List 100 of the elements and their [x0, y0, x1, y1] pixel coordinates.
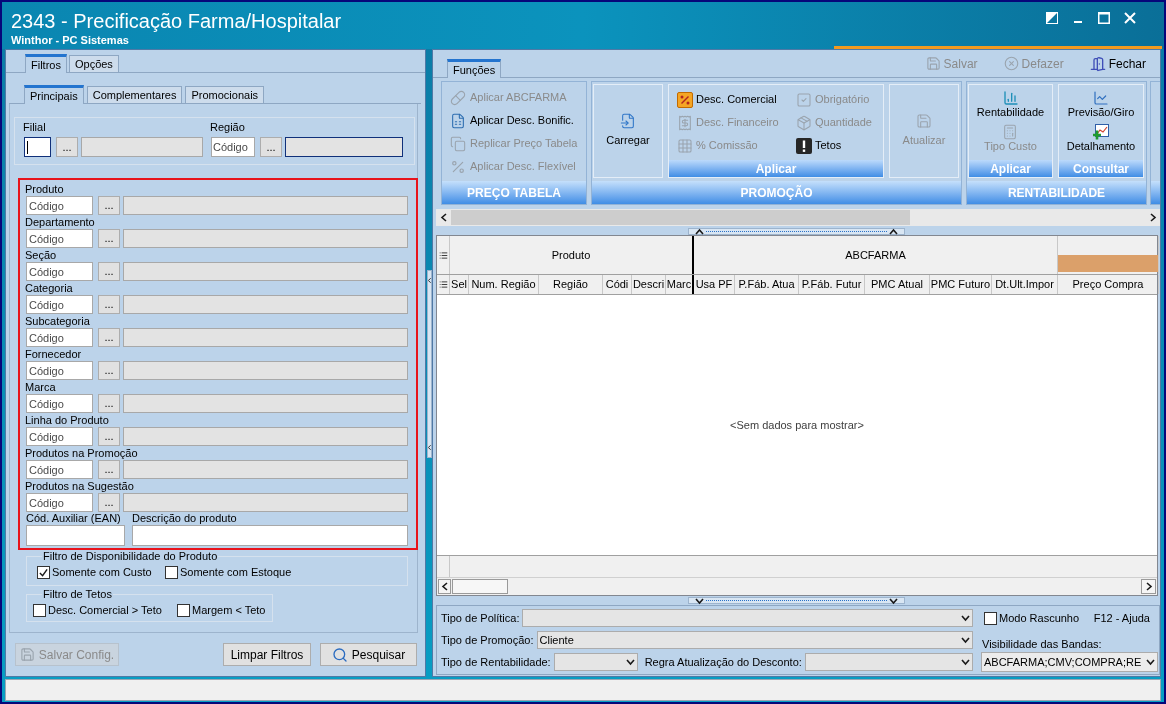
clear-filters-button[interactable]: Limpar Filtros	[223, 643, 311, 666]
code-field[interactable]	[24, 137, 51, 157]
description-field[interactable]	[81, 137, 203, 157]
code-field[interactable]: Código	[26, 229, 93, 248]
horizontal-scrollbar[interactable]	[436, 209, 1160, 226]
splitter-handle[interactable]	[688, 597, 905, 604]
field-label: Produtos na Sugestão	[25, 479, 134, 493]
column-header[interactable]: Marc	[666, 275, 694, 294]
maximize-icon[interactable]	[1098, 12, 1110, 24]
description-field[interactable]	[123, 394, 408, 413]
save-icon	[916, 113, 932, 130]
description-field[interactable]	[123, 361, 408, 380]
text-field[interactable]	[26, 525, 125, 546]
tab[interactable]: Opções	[68, 55, 119, 72]
dropdown[interactable]: Cliente	[536, 631, 973, 649]
chevron-down-icon	[625, 658, 635, 666]
field-label: Região	[210, 120, 245, 134]
text-field[interactable]	[132, 525, 408, 546]
ribbon-button[interactable]: Previsão/Giro	[1067, 90, 1135, 119]
ribbon-button[interactable]: Carregar	[606, 113, 650, 149]
close-window-button[interactable]: Fechar	[1089, 54, 1146, 73]
checkbox[interactable]	[177, 604, 190, 617]
close-icon[interactable]	[1124, 12, 1136, 24]
horizontal-scrollbar[interactable]	[437, 577, 1157, 595]
column-header[interactable]: Preço Compra	[1058, 275, 1159, 294]
scrollbar-thumb[interactable]	[452, 579, 508, 594]
code-field[interactable]: Código	[26, 394, 93, 413]
description-field[interactable]	[123, 295, 408, 314]
lookup-button[interactable]: ...	[98, 361, 120, 380]
checkbox[interactable]	[165, 566, 178, 579]
code-field[interactable]: Código	[26, 328, 93, 347]
description-field[interactable]	[123, 427, 408, 446]
line-chart-icon	[1093, 90, 1109, 106]
lookup-button[interactable]: ...	[56, 137, 78, 157]
lookup-button[interactable]: ...	[98, 493, 120, 512]
dropdown[interactable]	[804, 653, 973, 671]
lookup-button[interactable]: ...	[98, 460, 120, 479]
column-header[interactable]: Usa PF	[694, 275, 735, 294]
dropdown[interactable]	[522, 609, 973, 627]
chart-plus-icon	[1093, 124, 1109, 140]
checkbox-label: Modo Rascunho	[999, 610, 1080, 626]
column-header[interactable]: PMC Atual	[865, 275, 930, 294]
list-icon[interactable]	[438, 250, 448, 260]
dropdown[interactable]: ABCFARMA;CMV;COMPRA;RE	[981, 652, 1158, 672]
code-field[interactable]: Código	[26, 361, 93, 380]
checkbox[interactable]	[37, 566, 50, 579]
lookup-button[interactable]: ...	[98, 328, 120, 347]
lookup-button[interactable]: ...	[98, 427, 120, 446]
lookup-button[interactable]: ...	[98, 394, 120, 413]
scrollbar-thumb[interactable]	[451, 210, 910, 225]
description-field[interactable]	[123, 196, 408, 215]
column-header[interactable]: P.Fáb. Futur	[799, 275, 865, 294]
description-field[interactable]	[123, 262, 408, 281]
tab[interactable]: Complementares	[86, 86, 183, 103]
description-field[interactable]	[285, 137, 403, 157]
tab[interactable]: Principais	[24, 85, 84, 104]
lookup-button[interactable]: ...	[98, 262, 120, 281]
checkbox[interactable]	[33, 604, 46, 617]
lookup-button[interactable]: ...	[98, 229, 120, 248]
column-header[interactable]: Região	[539, 275, 603, 294]
search-button[interactable]: Pesquisar	[320, 643, 417, 666]
chevron-left-icon	[427, 444, 431, 451]
description-field[interactable]	[123, 229, 408, 248]
ribbon-button[interactable]: Tetos	[796, 134, 842, 157]
column-header[interactable]: PMC Futuro	[930, 275, 992, 294]
ribbon-button[interactable]: Aplicar Desc. Bonific.	[450, 109, 574, 132]
dropdown[interactable]	[553, 653, 638, 671]
checkbox[interactable]	[984, 611, 997, 625]
tab[interactable]: Funções	[447, 59, 502, 78]
description-field[interactable]	[123, 460, 408, 479]
column-header[interactable]: Num. Região	[469, 275, 539, 294]
splitter-handle[interactable]	[426, 270, 432, 458]
lookup-button[interactable]: ...	[98, 295, 120, 314]
code-field[interactable]: Código	[26, 493, 93, 512]
column-header[interactable]: Dt.Ult.Impor	[992, 275, 1058, 294]
list-icon[interactable]	[438, 280, 448, 289]
save-icon	[19, 647, 35, 662]
code-field[interactable]: Código	[211, 137, 255, 157]
code-field[interactable]: Código	[26, 295, 93, 314]
description-field[interactable]	[123, 493, 408, 512]
lookup-button[interactable]: ...	[260, 137, 282, 157]
copy-icon	[450, 135, 466, 152]
description-field[interactable]	[123, 328, 408, 347]
column-header[interactable]: Descri	[632, 275, 666, 294]
tab[interactable]: Promocionais	[185, 86, 265, 103]
column-header[interactable]: Códi	[603, 275, 632, 294]
spreadsheet-icon	[450, 112, 466, 129]
code-field[interactable]: Código	[26, 262, 93, 281]
code-field[interactable]: Código	[26, 196, 93, 215]
code-field[interactable]: Código	[26, 427, 93, 446]
ribbon-button[interactable]: Detalhamento	[1066, 124, 1136, 153]
half-filled-square-icon[interactable]	[1046, 12, 1058, 24]
lookup-button[interactable]: ...	[98, 196, 120, 215]
group-title: RENTABILIDADE	[967, 181, 1146, 204]
code-field[interactable]: Código	[26, 460, 93, 479]
column-header[interactable]: P.Fáb. Atua	[735, 275, 799, 294]
column-header[interactable]: Sel	[450, 275, 469, 294]
tab[interactable]: Filtros	[25, 54, 67, 73]
ribbon-button[interactable]: Desc. Comercial	[677, 88, 777, 111]
ribbon-button[interactable]: Rentabilidade	[976, 90, 1045, 119]
